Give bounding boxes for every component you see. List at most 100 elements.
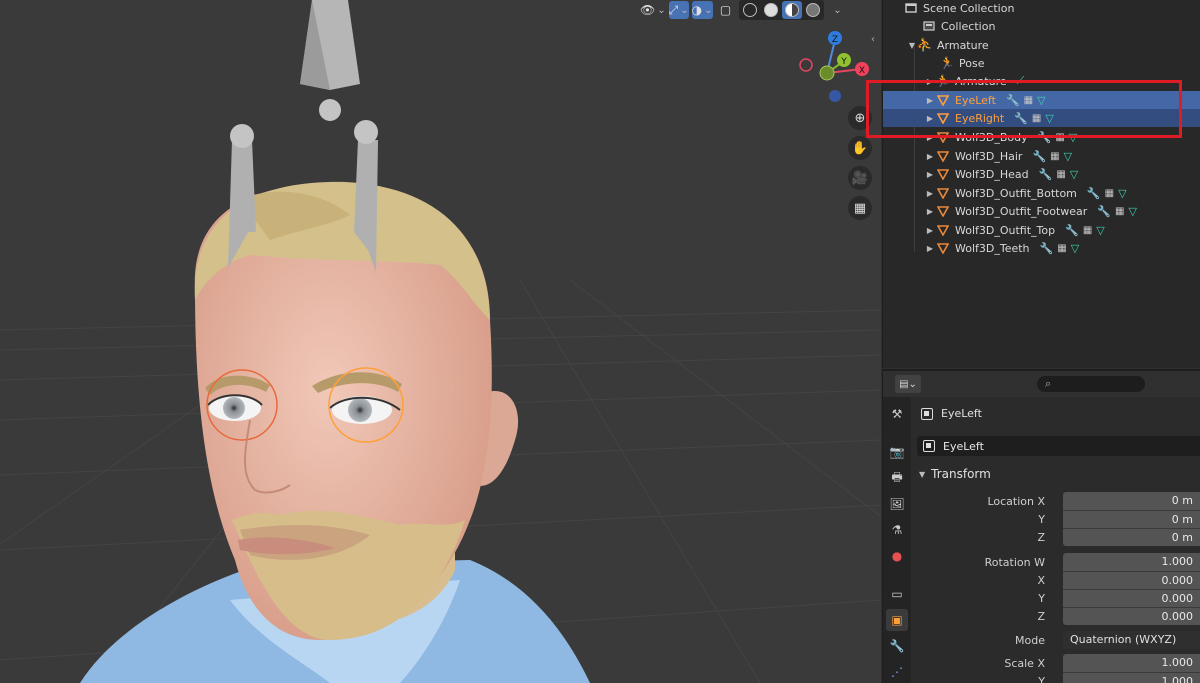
outliner-row-wolf3d-outfit-top[interactable]: ▶ Wolf3D_Outfit_Top 🔧 ▦ ▽ xyxy=(883,221,1200,239)
3d-viewport[interactable]: 👁 ⤢ ◑ ▢ ‹ Z Y X ⊕ ✋ 🎥 ▦ xyxy=(0,0,881,683)
modifier-wrench-icon[interactable]: 🔧 xyxy=(1040,242,1054,255)
outliner-row-armature-data[interactable]: ▶ 🏃 Armature ⟋ xyxy=(883,72,1200,90)
neg-x-axis[interactable] xyxy=(799,58,813,72)
mesh-data-icon[interactable]: ▽ xyxy=(1128,205,1136,218)
rotation-mode-dropdown[interactable]: Quaternion (WXYZ) xyxy=(1063,631,1200,649)
vertex-groups-icon[interactable]: ▦ xyxy=(1024,95,1033,106)
vertex-groups-icon[interactable]: ▦ xyxy=(1083,225,1092,236)
vertex-groups-icon[interactable]: ▦ xyxy=(1115,206,1124,217)
mesh-data-icon[interactable]: ▽ xyxy=(1070,168,1078,181)
outliner-row-wolf3d-outfit-bottom[interactable]: ▶ Wolf3D_Outfit_Bottom 🔧 ▦ ▽ xyxy=(883,184,1200,202)
modifier-wrench-icon[interactable]: 🔧 xyxy=(1087,187,1101,200)
modifier-wrench-icon[interactable]: 🔧 xyxy=(1039,168,1053,181)
wireframe-shading-button[interactable] xyxy=(740,1,760,19)
modifier-tab-icon[interactable]: 🔧 xyxy=(886,635,908,657)
grid-icon[interactable]: ▦ xyxy=(848,196,872,220)
expand-arrow-icon[interactable]: ▶ xyxy=(925,114,935,123)
rotation-w-label: Rotation W xyxy=(984,555,1045,569)
vertex-groups-icon[interactable]: ▦ xyxy=(1105,188,1114,199)
collection-tab-icon[interactable]: ▭ xyxy=(886,583,908,605)
expand-arrow-icon[interactable]: ▶ xyxy=(925,226,935,235)
material-icon xyxy=(784,3,799,17)
modifier-wrench-icon[interactable]: 🔧 xyxy=(1097,205,1111,218)
neg-z-axis[interactable] xyxy=(829,90,841,102)
object-tab-icon[interactable]: ▣ xyxy=(886,609,908,631)
vertex-groups-icon[interactable]: ▦ xyxy=(1050,151,1059,162)
mesh-data-icon[interactable]: ▽ xyxy=(1069,131,1077,144)
row-label: Wolf3D_Outfit_Bottom xyxy=(955,186,1077,200)
navigation-gizmo[interactable]: Z Y X xyxy=(796,28,874,106)
render-tab-icon[interactable]: 📷 xyxy=(886,441,908,463)
vertex-groups-icon[interactable]: ▦ xyxy=(1056,169,1065,180)
modifier-wrench-icon[interactable]: 🔧 xyxy=(1065,224,1079,237)
vertex-groups-icon[interactable]: ▦ xyxy=(1032,113,1041,124)
transform-panel-header[interactable]: ▼ Transform xyxy=(915,464,1200,484)
rendered-shading-button[interactable] xyxy=(803,1,823,19)
rotation-z-field[interactable]: 0.000 xyxy=(1063,607,1200,625)
outliner-row-wolf3d-teeth[interactable]: ▶ Wolf3D_Teeth 🔧 ▦ ▽ xyxy=(883,239,1200,257)
properties-search-input[interactable]: ⌕ xyxy=(1037,376,1145,392)
outliner-row-eyeright[interactable]: ▶ EyeRight 🔧 ▦ ▽ xyxy=(883,109,1200,127)
expand-arrow-icon[interactable]: ▶ xyxy=(925,189,935,198)
expand-arrow-icon[interactable]: ▶ xyxy=(925,170,935,179)
expand-arrow-icon[interactable]: ▶ xyxy=(925,207,935,216)
modifier-wrench-icon[interactable]: 🔧 xyxy=(1006,94,1020,107)
mesh-data-icon[interactable]: ▽ xyxy=(1071,242,1079,255)
scale-x-field[interactable]: 1.000 xyxy=(1063,654,1200,672)
particles-tab-icon[interactable]: ⋰ xyxy=(886,661,908,683)
visibility-dropdown[interactable]: 👁 xyxy=(640,1,666,19)
overlay-toggle[interactable]: ◑ xyxy=(691,1,713,19)
rotation-w-field[interactable]: 1.000 xyxy=(1063,553,1200,571)
expand-arrow-icon[interactable]: ▶ xyxy=(925,244,935,253)
expand-arrow-icon[interactable]: ▶ xyxy=(925,96,935,105)
zoom-icon[interactable]: ⊕ xyxy=(848,106,872,130)
material-shading-button[interactable] xyxy=(781,1,802,19)
object-name-field[interactable]: EyeLeft xyxy=(917,436,1200,456)
shading-options-dropdown[interactable] xyxy=(827,1,847,19)
properties-editor[interactable]: ▤⌄ ⌕ ⚒ 📷 🖶 🖼 ⚗ ● ▭ ▣ 🔧 ⋰ EyeLeft EyeLeft… xyxy=(882,369,1200,683)
outliner-row-collection[interactable]: Collection xyxy=(883,17,1200,35)
outliner[interactable]: Scene Collection Collection ▼ ⛹ Armature… xyxy=(882,0,1200,368)
expand-arrow-icon[interactable]: ▶ xyxy=(925,77,935,86)
output-tab-icon[interactable]: 🖶 xyxy=(886,467,908,489)
scale-y-field[interactable]: 1.000 xyxy=(1063,672,1200,683)
gizmo-toggle[interactable]: ⤢ xyxy=(668,1,689,19)
expand-arrow-icon[interactable]: ▼ xyxy=(907,41,917,50)
location-y-field[interactable]: 0 m xyxy=(1063,510,1200,528)
expand-arrow-icon[interactable]: ▶ xyxy=(925,133,935,142)
location-z-field[interactable]: 0 m xyxy=(1063,528,1200,546)
modifier-wrench-icon[interactable]: 🔧 xyxy=(1014,112,1028,125)
world-tab-icon[interactable]: ● xyxy=(886,545,908,567)
hand-icon[interactable]: ✋ xyxy=(848,136,872,160)
vertex-groups-icon[interactable]: ▦ xyxy=(1057,243,1066,254)
modifier-wrench-icon[interactable]: 🔧 xyxy=(1032,150,1046,163)
expand-arrow-icon[interactable]: ▶ xyxy=(925,152,935,161)
outliner-row-wolf3d-outfit-footwear[interactable]: ▶ Wolf3D_Outfit_Footwear 🔧 ▦ ▽ xyxy=(883,202,1200,220)
view-layer-tab-icon[interactable]: 🖼 xyxy=(886,493,908,515)
rotation-y-field[interactable]: 0.000 xyxy=(1063,589,1200,607)
outliner-row-wolf3d-head[interactable]: ▶ Wolf3D_Head 🔧 ▦ ▽ xyxy=(883,165,1200,183)
outliner-row-armature[interactable]: ▼ ⛹ Armature xyxy=(883,36,1200,54)
outliner-row-eyeleft[interactable]: ▶ EyeLeft 🔧 ▦ ▽ xyxy=(883,91,1200,109)
outliner-row-scene-collection[interactable]: Scene Collection xyxy=(883,0,1200,17)
camera-icon[interactable]: 🎥 xyxy=(848,166,872,190)
scene-tab-icon[interactable]: ⚗ xyxy=(886,519,908,541)
outliner-row-pose[interactable]: 🏃 Pose xyxy=(883,54,1200,72)
tool-tab-icon[interactable]: ⚒ xyxy=(886,403,908,425)
rotation-x-field[interactable]: 0.000 xyxy=(1063,571,1200,589)
solid-shading-button[interactable] xyxy=(761,1,781,19)
editor-type-dropdown[interactable]: ▤⌄ xyxy=(895,375,921,393)
mesh-data-icon[interactable]: ▽ xyxy=(1096,224,1104,237)
modifier-wrench-icon[interactable]: 🔧 xyxy=(1038,131,1052,144)
outliner-row-wolf3d-body[interactable]: ▶ Wolf3D_Body 🔧 ▦ ▽ xyxy=(883,128,1200,146)
outliner-row-wolf3d-hair[interactable]: ▶ Wolf3D_Hair 🔧 ▦ ▽ xyxy=(883,147,1200,165)
object-browse-icon[interactable] xyxy=(923,440,935,452)
mesh-data-icon[interactable]: ▽ xyxy=(1045,112,1053,125)
xray-toggle[interactable]: ▢ xyxy=(716,1,736,19)
mesh-data-icon[interactable]: ▽ xyxy=(1064,150,1072,163)
neg-y-axis[interactable] xyxy=(819,65,835,81)
vertex-groups-icon[interactable]: ▦ xyxy=(1055,132,1064,143)
mesh-data-icon[interactable]: ▽ xyxy=(1118,187,1126,200)
location-x-field[interactable]: 0 m xyxy=(1063,492,1200,510)
mesh-data-icon[interactable]: ▽ xyxy=(1037,94,1045,107)
